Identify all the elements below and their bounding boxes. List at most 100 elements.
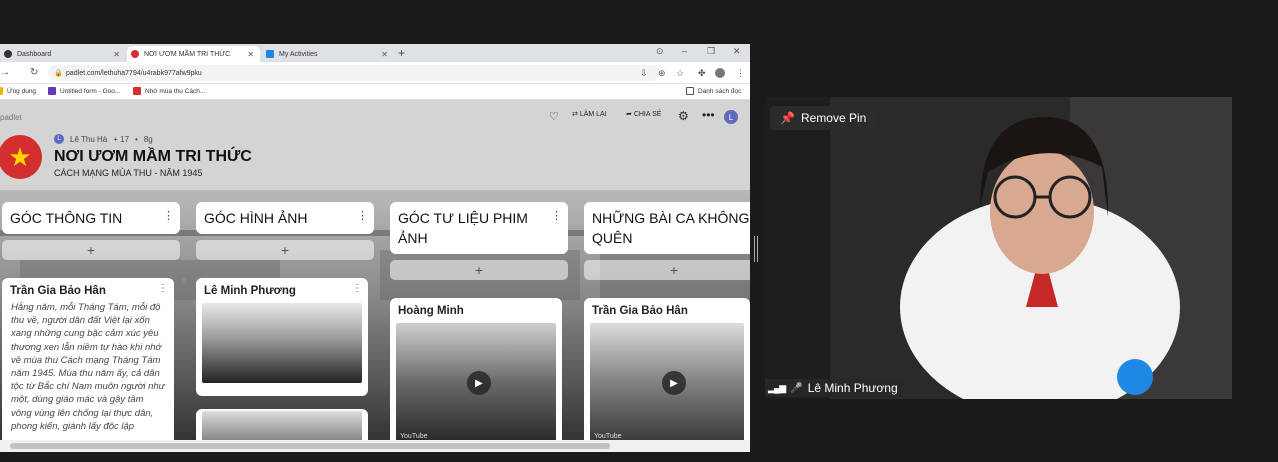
close-icon[interactable]: ✕ — [247, 50, 254, 59]
padlet-favicon-icon — [131, 50, 139, 58]
close-window-icon[interactable]: ✕ — [733, 46, 741, 57]
post-card[interactable]: Trần Gia Bảo Hân ▶ YouTube — [584, 298, 750, 448]
play-icon[interactable]: ▶ — [467, 371, 491, 395]
play-icon[interactable]: ▶ — [662, 371, 686, 395]
share-icon: ➦ — [626, 111, 634, 118]
add-post-button[interactable]: + — [390, 260, 568, 280]
tab-dashboard[interactable]: Dashboard ✕ — [0, 46, 126, 62]
video-source: YouTube — [594, 433, 622, 440]
plus-icon: + — [474, 262, 484, 278]
url-text: padlet.com/lethuha7794/u4rabk977afw9pku — [66, 69, 202, 77]
profile-icon[interactable] — [715, 68, 725, 78]
padlet-meta: L Lê Thu Hà + 17 • 8g — [54, 134, 153, 144]
new-tab-button[interactable]: + — [398, 46, 405, 60]
forward-icon[interactable]: → — [0, 67, 10, 78]
post-card[interactable]: Hoàng Minh ▶ YouTube — [390, 298, 562, 448]
extensions-icon[interactable]: ✤ — [698, 68, 706, 79]
participant-nameplate: ▂▄▆ 🎤 Lê Minh Phương — [765, 379, 904, 397]
heart-icon[interactable]: ♡ — [549, 110, 559, 123]
column-title: GÓC THÔNG TIN — [10, 210, 123, 226]
add-post-button[interactable]: + — [584, 260, 750, 280]
column-header: NHỮNG BÀI CA KHÔNG QUÊN — [584, 202, 750, 254]
column-menu-icon[interactable]: ⋮ — [163, 206, 174, 226]
column-header: GÓC HÌNH ẢNH ⋮ — [196, 202, 374, 234]
reading-list-icon — [686, 87, 694, 95]
browser-tabbar: Dashboard ✕ NƠI ƯƠM MẦM TRI THỨC ✕ My Ac… — [0, 44, 750, 62]
url-field[interactable]: 🔒 padlet.com/lethuha7794/u4rabk977afw9pk… — [48, 65, 660, 81]
shared-screen: Dashboard ✕ NƠI ƯƠM MẦM TRI THỨC ✕ My Ac… — [0, 44, 750, 452]
share-button[interactable]: ➦ CHIA SẺ — [626, 110, 662, 119]
padlet-board: padlet ♡ ⇄ LÀM LẠI ➦ CHIA SẺ ⚙ ••• L ★ L… — [0, 100, 750, 452]
user-avatar[interactable]: L — [724, 110, 738, 124]
column-header: GÓC THÔNG TIN ⋮ — [2, 202, 180, 234]
bookmark-label: Untitled form - Goo... — [60, 87, 121, 95]
plus-icon: + — [280, 242, 290, 258]
redo-button[interactable]: ⇄ LÀM LẠI — [572, 110, 607, 119]
plus-icon: + — [669, 262, 679, 278]
bookmark-label: Danh sách đọc — [698, 87, 742, 95]
remove-pin-label: Remove Pin — [800, 111, 867, 125]
maximize-icon[interactable]: ❐ — [707, 46, 715, 57]
video-thumbnail[interactable]: ▶ YouTube — [396, 323, 556, 441]
padlet-header: padlet ♡ ⇄ LÀM LẠI ➦ CHIA SẺ ⚙ ••• L ★ L… — [0, 100, 750, 190]
bookmark-label: Nhớ mùa thu Cách... — [145, 87, 206, 95]
add-post-button[interactable]: + — [196, 240, 374, 260]
bookmark-form[interactable]: Untitled form - Goo... — [48, 87, 120, 95]
close-icon[interactable]: ✕ — [113, 50, 120, 59]
star-icon[interactable]: ☆ — [676, 68, 684, 79]
column-title: GÓC HÌNH ẢNH — [204, 210, 308, 226]
scrollbar-thumb[interactable] — [10, 443, 610, 449]
column-title: NHỮNG BÀI CA KHÔNG QUÊN — [592, 210, 750, 246]
column-menu-icon[interactable]: ⋮ — [357, 206, 368, 226]
reading-list[interactable]: Danh sách đọc — [686, 87, 741, 95]
post-author: Lê Minh Phương — [204, 285, 296, 297]
tab-my-activities[interactable]: My Activities ✕ — [262, 46, 394, 62]
post-menu-icon[interactable]: ⋮ — [352, 283, 362, 294]
redo-label: LÀM LẠI — [579, 110, 607, 118]
lock-icon: 🔒 — [54, 70, 63, 77]
tab-label: Dashboard — [17, 50, 52, 58]
padlet-logo[interactable]: padlet — [0, 113, 22, 122]
bookmark-label: Ứng dụng — [7, 87, 37, 95]
video-thumbnail[interactable]: ▶ YouTube — [590, 323, 744, 441]
zoom-icon[interactable]: ⊕ — [658, 68, 666, 79]
post-menu-icon[interactable]: ⋮ — [158, 283, 168, 294]
install-icon[interactable]: ⇩ — [640, 68, 648, 79]
minimize-icon[interactable]: – — [682, 46, 687, 56]
bookmarks-bar: Ứng dụng Untitled form - Goo... Nhớ mùa … — [0, 84, 750, 100]
menu-icon[interactable]: ⋮ — [736, 68, 745, 79]
share-label: CHIA SẺ — [633, 110, 662, 118]
add-post-button[interactable]: + — [2, 240, 180, 260]
post-author: Trần Gia Bảo Hân — [592, 305, 688, 317]
column-header: GÓC TƯ LIỆU PHIM ẢNH ⋮ — [390, 202, 568, 254]
author-name[interactable]: Lê Thu Hà — [70, 135, 107, 144]
author-avatar: L — [54, 134, 64, 144]
gear-icon[interactable]: ⚙ — [678, 109, 689, 123]
close-icon[interactable]: ✕ — [381, 50, 388, 59]
dashboard-favicon-icon — [4, 50, 12, 58]
tab-padlet[interactable]: NƠI ƯƠM MẦM TRI THỨC ✕ — [127, 46, 260, 62]
post-card[interactable]: Trần Gia Bảo Hân ⋮ Hằng năm, mỗi Tháng T… — [2, 278, 174, 448]
redo-icon: ⇄ — [572, 111, 580, 118]
video-feed — [830, 97, 1232, 399]
column-menu-icon[interactable]: ⋮ — [551, 206, 562, 226]
remove-pin-button[interactable]: 📌 Remove Pin — [770, 106, 877, 130]
post-author: Hoàng Minh — [398, 305, 464, 317]
bookmark-apps[interactable]: Ứng dụng — [0, 87, 36, 95]
tab-label: NƠI ƯƠM MẦM TRI THỨC — [144, 50, 231, 58]
page-subtitle: CÁCH MẠNG MÙA THU - NĂM 1945 — [54, 168, 203, 178]
plus-icon: + — [86, 242, 96, 258]
tab-search-icon[interactable]: ⊙ — [656, 46, 664, 57]
video-source: YouTube — [400, 433, 428, 440]
horizontal-scrollbar[interactable] — [0, 440, 750, 452]
bookmark-video[interactable]: Nhớ mùa thu Cách... — [133, 87, 205, 95]
post-text: Hằng năm, mỗi Tháng Tám, mỗi độ thu về, … — [11, 302, 165, 432]
split-drag-handle[interactable] — [754, 236, 758, 262]
video-icon — [133, 87, 141, 95]
column-songs: NHỮNG BÀI CA KHÔNG QUÊN + — [584, 202, 750, 280]
post-card[interactable]: Lê Minh Phương ⋮ — [196, 278, 368, 396]
column-scroll-indicator[interactable] — [181, 278, 187, 284]
column-images: GÓC HÌNH ẢNH ⋮ + — [196, 202, 374, 260]
reload-icon[interactable]: ↻ — [30, 67, 38, 78]
more-icon[interactable]: ••• — [702, 108, 715, 122]
